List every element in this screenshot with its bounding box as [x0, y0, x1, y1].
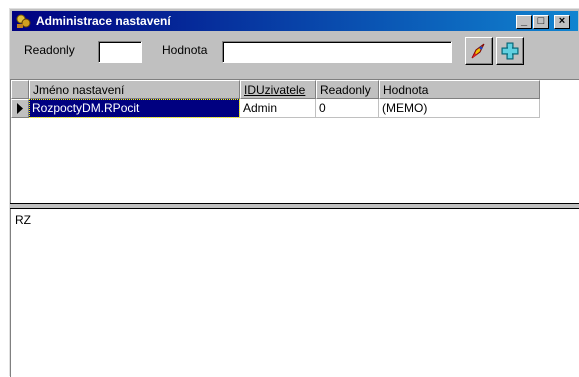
column-header-value[interactable]: Hodnota — [379, 80, 540, 99]
window-title: Administrace nastavení — [36, 14, 171, 28]
column-header-readonly[interactable]: Readonly — [316, 80, 379, 99]
row-indicator[interactable] — [11, 99, 29, 118]
title-bar[interactable]: Administrace nastavení _ □ × — [12, 11, 578, 31]
memo-text: RZ — [15, 213, 31, 227]
table-cell-name[interactable]: RozpoctyDM.RPocit — [29, 99, 240, 118]
memo-editor[interactable]: RZ — [10, 209, 579, 377]
table-cell-user[interactable]: Admin — [240, 99, 316, 118]
settings-window: Administrace nastavení _ □ × Readonly Ho… — [9, 8, 579, 377]
readonly-input[interactable] — [98, 41, 142, 63]
filter-toolbar: Readonly Hodnota — [10, 33, 578, 73]
current-row-arrow-icon — [17, 103, 23, 114]
plus-icon — [501, 42, 519, 60]
app-icon — [16, 14, 31, 28]
run-button[interactable] — [465, 37, 493, 65]
minimize-button[interactable]: _ — [516, 15, 532, 29]
add-button[interactable] — [496, 37, 524, 65]
column-header-user[interactable]: IDUzivatele — [240, 80, 316, 99]
maximize-button[interactable]: □ — [533, 15, 549, 29]
row-indicator-header — [11, 80, 29, 99]
rocket-icon — [471, 43, 485, 59]
table-cell-value[interactable]: (MEMO) — [379, 99, 540, 118]
column-header-name[interactable]: Jméno nastavení — [29, 80, 240, 99]
table-cell-readonly[interactable]: 0 — [316, 99, 379, 118]
readonly-label: Readonly — [24, 43, 75, 57]
hodnota-label: Hodnota — [162, 43, 208, 57]
hodnota-input[interactable] — [222, 41, 452, 63]
settings-grid: Jméno nastavení IDUzivatele Readonly Hod… — [10, 79, 579, 203]
close-button[interactable]: × — [554, 15, 570, 29]
